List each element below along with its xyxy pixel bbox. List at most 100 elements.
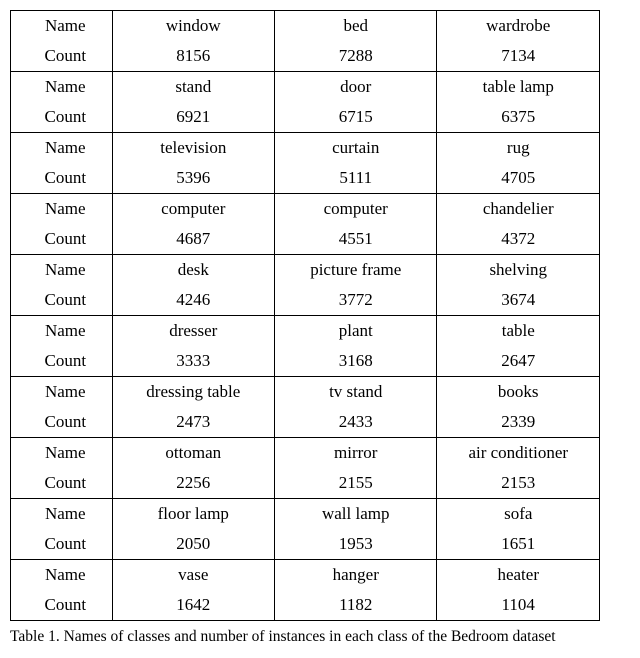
class-count-cell: 3333 xyxy=(112,346,274,377)
row-label-name: Name xyxy=(11,560,113,591)
class-count-cell: 2153 xyxy=(437,468,600,499)
class-count-cell: 6921 xyxy=(112,102,274,133)
class-count-cell: 4705 xyxy=(437,163,600,194)
class-name-cell: picture frame xyxy=(275,255,437,286)
class-name-cell: computer xyxy=(275,194,437,225)
class-name-cell: vase xyxy=(112,560,274,591)
table-row: Namefloor lampwall lampsofa xyxy=(11,499,600,530)
class-count-cell: 2050 xyxy=(112,529,274,560)
class-count-cell: 1953 xyxy=(275,529,437,560)
row-label-count: Count xyxy=(11,529,113,560)
class-count-cell: 5396 xyxy=(112,163,274,194)
table-row: Nameottomanmirrorair conditioner xyxy=(11,438,600,469)
class-count-cell: 6375 xyxy=(437,102,600,133)
table-row: Count815672887134 xyxy=(11,41,600,72)
row-label-count: Count xyxy=(11,346,113,377)
table-row: Namewindowbedwardrobe xyxy=(11,11,600,42)
table-caption: Table 1. Names of classes and number of … xyxy=(10,627,630,648)
class-name-cell: plant xyxy=(275,316,437,347)
class-name-cell: desk xyxy=(112,255,274,286)
class-name-cell: air conditioner xyxy=(437,438,600,469)
class-name-cell: dressing table xyxy=(112,377,274,408)
class-name-cell: dresser xyxy=(112,316,274,347)
row-label-count: Count xyxy=(11,163,113,194)
row-label-name: Name xyxy=(11,438,113,469)
class-count-table-container: NamewindowbedwardrobeCount815672887134Na… xyxy=(10,10,600,621)
class-count-cell: 1642 xyxy=(112,590,274,621)
table-row: Count247324332339 xyxy=(11,407,600,438)
class-count-cell: 3674 xyxy=(437,285,600,316)
table-row: Count692167156375 xyxy=(11,102,600,133)
class-count-cell: 1104 xyxy=(437,590,600,621)
class-count-cell: 1651 xyxy=(437,529,600,560)
class-name-cell: television xyxy=(112,133,274,164)
class-name-cell: window xyxy=(112,11,274,42)
row-label-name: Name xyxy=(11,11,113,42)
class-name-cell: hanger xyxy=(275,560,437,591)
class-name-cell: shelving xyxy=(437,255,600,286)
class-count-cell: 6715 xyxy=(275,102,437,133)
row-label-count: Count xyxy=(11,102,113,133)
class-count-cell: 2256 xyxy=(112,468,274,499)
class-count-table: NamewindowbedwardrobeCount815672887134Na… xyxy=(10,10,600,621)
row-label-count: Count xyxy=(11,285,113,316)
class-name-cell: stand xyxy=(112,72,274,103)
class-name-cell: tv stand xyxy=(275,377,437,408)
table-row: Count539651114705 xyxy=(11,163,600,194)
class-count-cell: 2339 xyxy=(437,407,600,438)
class-name-cell: curtain xyxy=(275,133,437,164)
class-name-cell: floor lamp xyxy=(112,499,274,530)
class-name-cell: bed xyxy=(275,11,437,42)
class-count-cell: 4246 xyxy=(112,285,274,316)
class-count-cell: 1182 xyxy=(275,590,437,621)
table-row: Namevasehangerheater xyxy=(11,560,600,591)
class-name-cell: door xyxy=(275,72,437,103)
table-row: Namedeskpicture frameshelving xyxy=(11,255,600,286)
class-count-cell: 8156 xyxy=(112,41,274,72)
row-label-count: Count xyxy=(11,224,113,255)
table-row: Namedresserplanttable xyxy=(11,316,600,347)
class-count-cell: 5111 xyxy=(275,163,437,194)
class-name-cell: table xyxy=(437,316,600,347)
row-label-name: Name xyxy=(11,377,113,408)
row-label-name: Name xyxy=(11,499,113,530)
class-count-cell: 4372 xyxy=(437,224,600,255)
class-name-cell: ottoman xyxy=(112,438,274,469)
row-label-count: Count xyxy=(11,407,113,438)
row-label-name: Name xyxy=(11,316,113,347)
table-row: Count205019531651 xyxy=(11,529,600,560)
class-name-cell: books xyxy=(437,377,600,408)
class-count-cell: 7288 xyxy=(275,41,437,72)
class-name-cell: sofa xyxy=(437,499,600,530)
table-row: Namestanddoortable lamp xyxy=(11,72,600,103)
table-row: Count333331682647 xyxy=(11,346,600,377)
row-label-count: Count xyxy=(11,41,113,72)
table-row: Nametelevisioncurtainrug xyxy=(11,133,600,164)
class-count-cell: 2433 xyxy=(275,407,437,438)
table-row: Count225621552153 xyxy=(11,468,600,499)
class-count-cell: 3168 xyxy=(275,346,437,377)
table-row: Namecomputercomputerchandelier xyxy=(11,194,600,225)
class-count-cell: 2155 xyxy=(275,468,437,499)
class-count-cell: 3772 xyxy=(275,285,437,316)
class-count-cell: 4551 xyxy=(275,224,437,255)
class-name-cell: chandelier xyxy=(437,194,600,225)
row-label-name: Name xyxy=(11,133,113,164)
row-label-count: Count xyxy=(11,590,113,621)
table-body: NamewindowbedwardrobeCount815672887134Na… xyxy=(11,11,600,621)
class-name-cell: wardrobe xyxy=(437,11,600,42)
row-label-count: Count xyxy=(11,468,113,499)
table-row: Count468745514372 xyxy=(11,224,600,255)
row-label-name: Name xyxy=(11,72,113,103)
class-count-cell: 4687 xyxy=(112,224,274,255)
class-count-cell: 2647 xyxy=(437,346,600,377)
class-name-cell: rug xyxy=(437,133,600,164)
class-name-cell: table lamp xyxy=(437,72,600,103)
table-row: Count424637723674 xyxy=(11,285,600,316)
class-name-cell: wall lamp xyxy=(275,499,437,530)
class-count-cell: 2473 xyxy=(112,407,274,438)
class-name-cell: heater xyxy=(437,560,600,591)
class-name-cell: computer xyxy=(112,194,274,225)
table-row: Namedressing tabletv standbooks xyxy=(11,377,600,408)
row-label-name: Name xyxy=(11,255,113,286)
